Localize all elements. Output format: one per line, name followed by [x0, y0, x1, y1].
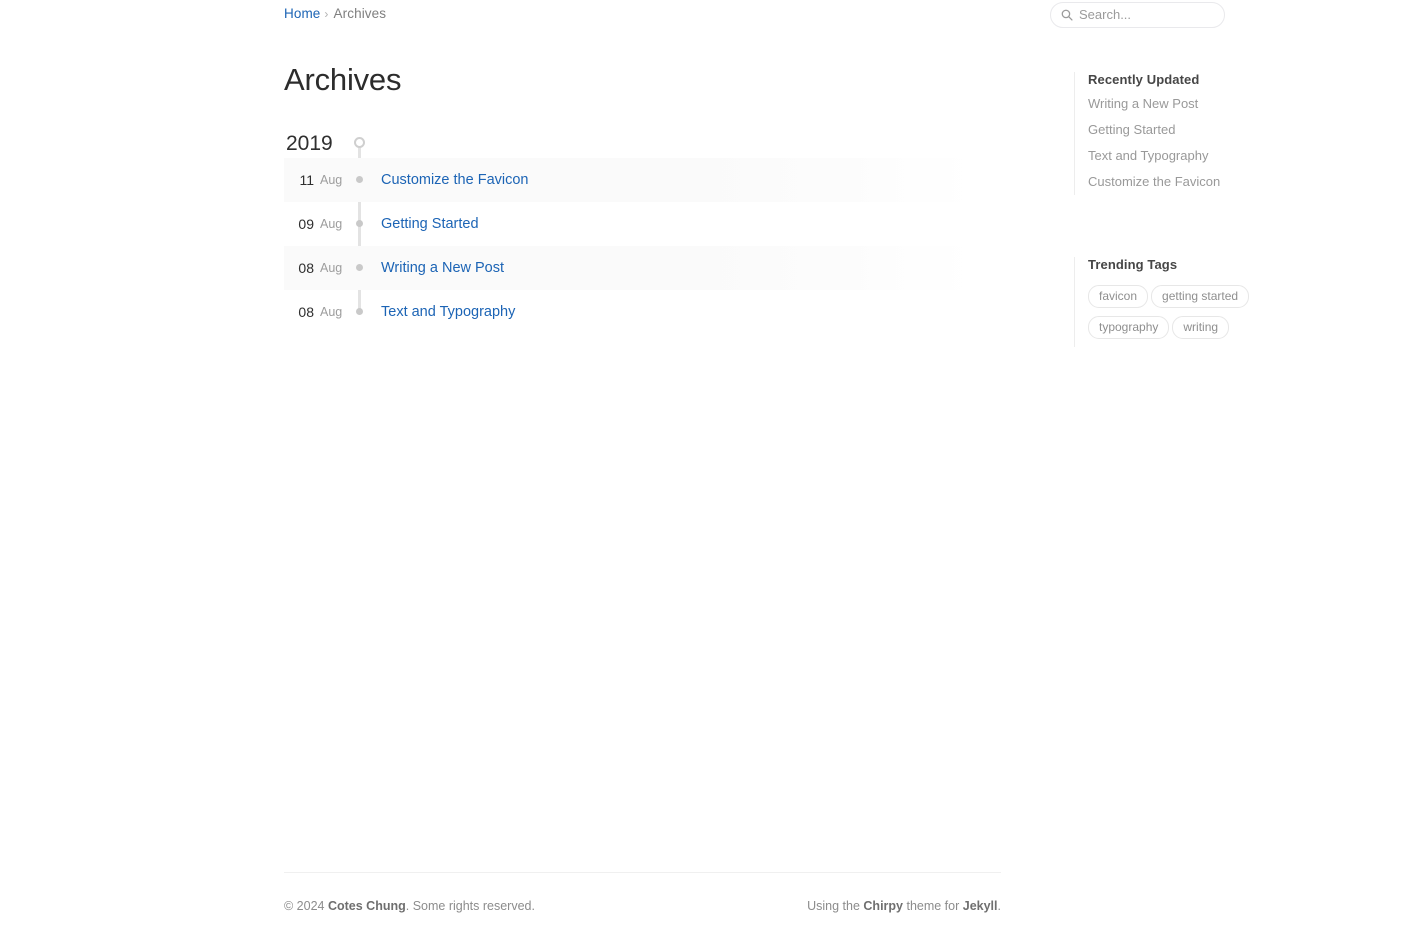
main-content: Archives 2019 11 Aug Customize the Favicon…: [284, 60, 1004, 334]
post-title-link[interactable]: Writing a New Post: [381, 246, 504, 290]
trending-tags-title: Trending Tags: [1088, 257, 1178, 272]
post-day: 08: [298, 260, 314, 276]
breadcrumb-current: Archives: [333, 6, 387, 21]
search-input[interactable]: [1079, 7, 1214, 23]
footer-copyright: © 2024 Cotes Chung. Some rights reserved…: [284, 899, 535, 913]
recently-updated-link[interactable]: Writing a New Post: [1088, 91, 1274, 117]
timeline-post-row: 08 Aug Writing a New Post: [284, 246, 1004, 290]
footer-jekyll-link[interactable]: Jekyll: [963, 899, 998, 913]
search-icon: [1061, 9, 1073, 21]
tag-pill[interactable]: writing: [1172, 316, 1230, 339]
post-title-link[interactable]: Text and Typography: [381, 290, 515, 334]
recently-updated-link[interactable]: Customize the Favicon: [1088, 169, 1274, 195]
breadcrumb-separator: ›: [324, 7, 329, 21]
timeline-year-row: 2019: [284, 130, 1004, 158]
recently-updated-link[interactable]: Getting Started: [1088, 117, 1274, 143]
footer-theme-credit: Using the Chirpy theme for Jekyll.: [807, 899, 1001, 913]
sidebar-panels: Recently Updated Writing a New Post Getti…: [1074, 72, 1274, 347]
page-footer: © 2024 Cotes Chung. Some rights reserved…: [284, 872, 1001, 913]
footer-theme-suffix: .: [997, 899, 1001, 913]
timeline-post-row: 08 Aug Text and Typography: [284, 290, 1004, 334]
post-month: Aug: [320, 217, 343, 231]
post-day: 11: [299, 172, 314, 188]
timeline-post-marker-icon: [356, 176, 363, 183]
post-day: 09: [298, 216, 314, 232]
archive-timeline: 2019 11 Aug Customize the Favicon 09 Aug Gett…: [284, 130, 1004, 334]
breadcrumb-home-link[interactable]: Home: [284, 6, 320, 21]
footer-using-prefix: Using the: [807, 899, 864, 913]
tag-cloud: favicon getting started typography writing: [1074, 276, 1264, 347]
footer-author-link[interactable]: Cotes Chung: [328, 899, 406, 913]
post-day: 08: [298, 304, 314, 320]
search-box[interactable]: [1050, 2, 1225, 28]
recently-updated-item: Getting Started: [1088, 117, 1274, 143]
post-month: Aug: [320, 305, 343, 319]
panel-left-rule: [1074, 72, 1075, 195]
post-month: Aug: [320, 173, 343, 187]
timeline-post-marker-icon: [356, 264, 363, 271]
recently-updated-panel: Recently Updated Writing a New Post Getti…: [1074, 72, 1274, 195]
timeline-post-row: 09 Aug Getting Started: [284, 202, 1004, 246]
recently-updated-item: Text and Typography: [1088, 143, 1274, 169]
trending-tags-panel: Trending Tags favicon getting started typo…: [1074, 257, 1274, 347]
page-title: Archives: [284, 62, 402, 97]
post-month: Aug: [320, 261, 343, 275]
timeline-post-row: 11 Aug Customize the Favicon: [284, 158, 1004, 202]
footer-copyright-prefix: © 2024: [284, 899, 328, 913]
archive-post-list: 11 Aug Customize the Favicon 09 Aug Getting S…: [284, 158, 1004, 334]
footer-copyright-suffix: . Some rights reserved.: [405, 899, 535, 913]
recently-updated-link[interactable]: Text and Typography: [1088, 143, 1274, 169]
recently-updated-item: Customize the Favicon: [1088, 169, 1274, 195]
panel-left-rule: [1074, 257, 1075, 347]
footer-theme-mid: theme for: [903, 899, 963, 913]
timeline-year-label: 2019: [286, 132, 333, 155]
timeline-year-marker-icon: [354, 137, 365, 148]
post-title-link[interactable]: Getting Started: [381, 202, 479, 246]
recently-updated-list: Writing a New Post Getting Started Text an…: [1074, 91, 1274, 195]
footer-theme-link[interactable]: Chirpy: [863, 899, 903, 913]
top-bar: Home › Archives: [0, 0, 1425, 32]
tag-pill[interactable]: typography: [1088, 316, 1170, 339]
breadcrumb: Home › Archives: [284, 6, 386, 21]
recently-updated-title: Recently Updated: [1088, 72, 1200, 87]
timeline-post-marker-icon: [356, 308, 363, 315]
tag-pill[interactable]: favicon: [1088, 285, 1149, 308]
recently-updated-item: Writing a New Post: [1088, 91, 1274, 117]
tag-pill[interactable]: getting started: [1151, 285, 1250, 308]
timeline-post-marker-icon: [356, 220, 363, 227]
post-title-link[interactable]: Customize the Favicon: [381, 158, 528, 202]
